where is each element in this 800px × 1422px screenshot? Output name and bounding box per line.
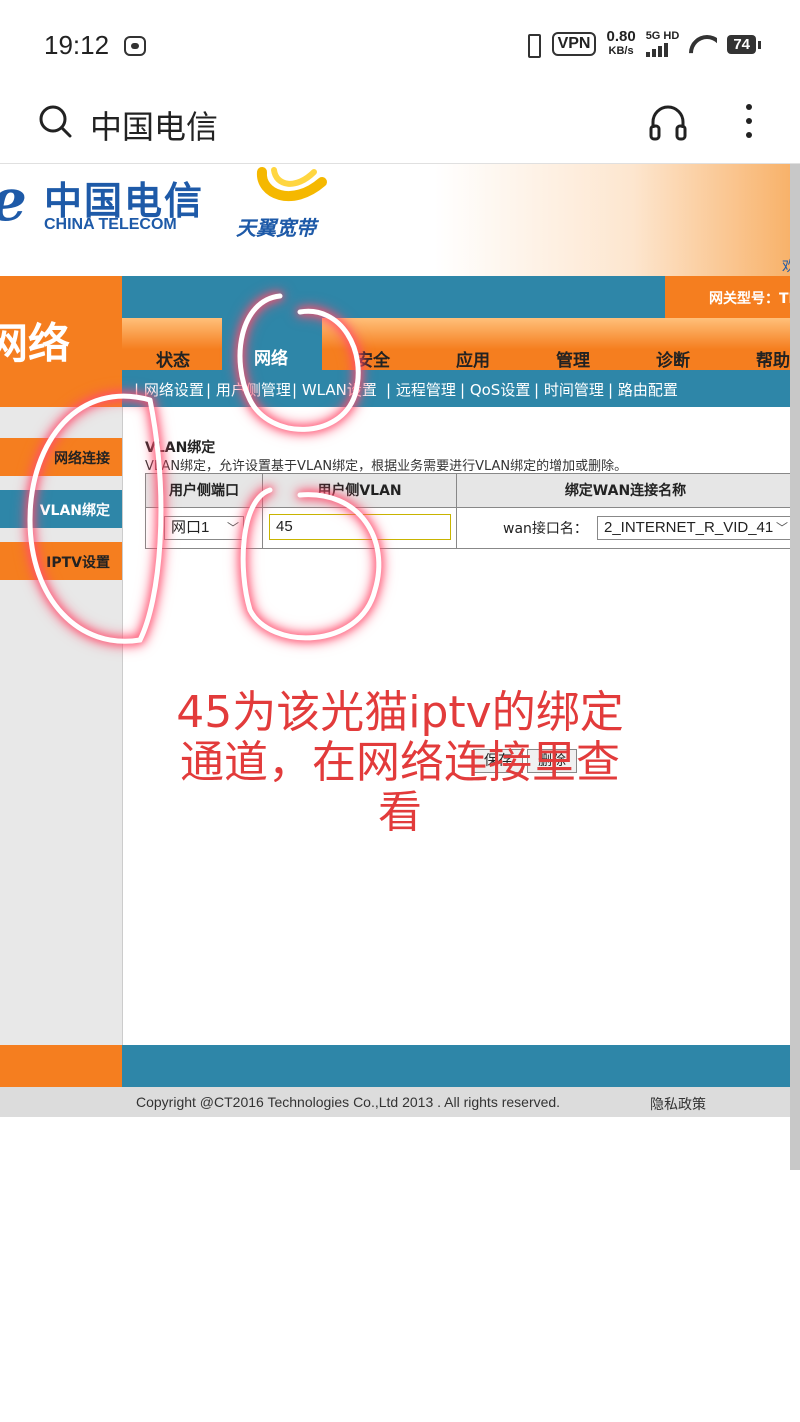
vlan-input[interactable]: 45 bbox=[269, 514, 451, 540]
column-header: 用户侧VLAN bbox=[263, 474, 457, 508]
status-icons: VPN 0.80 KB/s 5G HD 74 bbox=[522, 28, 761, 58]
sidebar-item-iptv[interactable]: IPTV设置 bbox=[0, 542, 122, 580]
welcome-text: 欢 bbox=[782, 259, 790, 275]
tab-security[interactable]: 安全 bbox=[356, 346, 390, 371]
tianyi-logo-icon bbox=[257, 167, 327, 202]
column-header: 绑定WAN连接名称 bbox=[457, 474, 790, 508]
wan-label: wan接口名： bbox=[503, 521, 588, 537]
section-banner-label: 网络 bbox=[0, 319, 71, 368]
network-speed: 0.80 KB/s bbox=[606, 28, 636, 58]
sidebar: 网络连接 VLAN绑定 IPTV设置 bbox=[0, 407, 122, 1045]
sub-nav: | 网络设置 | 用户侧管理 | WLAN设置 | 远程管理 | QoS设置 |… bbox=[122, 370, 790, 407]
browser-bar: 中国电信 bbox=[0, 90, 800, 164]
subnav-network-settings[interactable]: | 网络设置 bbox=[134, 379, 204, 400]
page-scrollbar[interactable] bbox=[790, 164, 800, 1170]
message-icon bbox=[124, 36, 146, 56]
gateway-model-label: 网关型号：TE bbox=[709, 291, 790, 307]
wifi-icon bbox=[689, 33, 717, 55]
subnav-user-side[interactable]: | 用户侧管理 bbox=[206, 379, 291, 400]
signal-icon: 5G HD bbox=[645, 30, 680, 57]
subnav-qos[interactable]: | QoS设置 bbox=[460, 379, 530, 400]
battery-icon: 74 bbox=[727, 34, 761, 54]
sidebar-item-label: VLAN绑定 bbox=[39, 503, 110, 519]
vpn-icon: VPN bbox=[551, 32, 597, 56]
tab-network[interactable]: 网络 bbox=[222, 318, 322, 370]
subnav-route[interactable]: | 路由配置 bbox=[608, 379, 678, 400]
status-bar: 19:12 VPN 0.80 KB/s 5G HD 74 bbox=[0, 0, 800, 90]
headphone-icon[interactable] bbox=[648, 102, 688, 142]
sidebar-item-network-connection[interactable]: 网络连接 bbox=[0, 438, 122, 476]
port-select[interactable]: 网口1 ﹀ bbox=[164, 516, 244, 540]
browser-title[interactable]: 中国电信 bbox=[90, 102, 218, 148]
router-header: e 中国电信 CHINA TELECOM 天翼宽带 欢 bbox=[0, 164, 790, 276]
table-cell: 45 bbox=[263, 508, 457, 548]
speed-unit: KB/s bbox=[608, 45, 634, 57]
footer-left-bar bbox=[0, 1045, 122, 1087]
column-header: 用户侧端口 bbox=[146, 474, 263, 508]
screen: 19:12 VPN 0.80 KB/s 5G HD 74 中国电信 中国电信 C… bbox=[0, 0, 800, 1422]
subnav-remote[interactable]: | 远程管理 bbox=[386, 379, 456, 400]
section-banner: 网络 bbox=[0, 276, 122, 407]
tab-status[interactable]: 状态 bbox=[156, 346, 190, 371]
tab-help[interactable]: 帮助 bbox=[756, 346, 790, 371]
wan-select[interactable]: 2_INTERNET_R_VID_41 ﹀ bbox=[597, 516, 790, 540]
footer-bar bbox=[122, 1045, 790, 1087]
chevron-down-icon: ﹀ bbox=[775, 521, 788, 535]
table-cell: wan接口名： 2_INTERNET_R_VID_41 ﹀ bbox=[457, 508, 790, 548]
copyright-text: Copyright @CT2016 Technologies Co.,Ltd 2… bbox=[136, 1094, 561, 1110]
subnav-wlan[interactable]: | WLAN设置 bbox=[292, 379, 377, 400]
chevron-down-icon: ﹀ bbox=[226, 521, 239, 535]
sidebar-item-label: 网络连接 bbox=[54, 451, 110, 467]
sidebar-item-vlan-binding[interactable]: VLAN绑定 bbox=[0, 490, 122, 528]
brand-en: CHINA TELECOM bbox=[44, 216, 177, 233]
sidebar-item-label: IPTV设置 bbox=[46, 555, 110, 571]
privacy-link[interactable]: 隐私政策 bbox=[650, 1094, 706, 1114]
router-page: e 中国电信 CHINA TELECOM 天翼宽带 欢 网络 网关型号：TE 状… bbox=[0, 164, 790, 1117]
tab-apps[interactable]: 应用 bbox=[456, 346, 490, 371]
vibrate-icon bbox=[522, 32, 542, 58]
gateway-model: 网关型号：TE bbox=[665, 276, 790, 318]
subnav-time[interactable]: | 时间管理 bbox=[534, 379, 604, 400]
section-title: VLAN绑定 bbox=[145, 440, 216, 456]
telecom-logo-icon: e bbox=[0, 166, 27, 234]
section-description: VLAN绑定，允许设置基于VLAN绑定，根据业务需要进行VLAN绑定的增加或删除… bbox=[145, 459, 628, 474]
search-icon[interactable] bbox=[38, 104, 72, 138]
table-cell: 网口1 ﹀ bbox=[146, 508, 263, 548]
annotation-text: 45为该光猫iptv的绑定通道，在网络连接里查看 bbox=[176, 687, 624, 838]
status-time: 19:12 bbox=[44, 30, 110, 60]
footer-copyright: Copyright @CT2016 Technologies Co.,Ltd 2… bbox=[0, 1087, 790, 1117]
speed-value: 0.80 bbox=[606, 28, 636, 45]
tab-manage[interactable]: 管理 bbox=[556, 346, 590, 371]
more-menu-icon[interactable] bbox=[744, 102, 754, 142]
vlan-table: 用户侧端口 用户侧VLAN 绑定WAN连接名称 网口1 ﹀ 45 wan接口名：… bbox=[145, 473, 790, 549]
network-type: 5G HD bbox=[645, 30, 680, 42]
tianyi-brand: 天翼宽带 bbox=[236, 216, 316, 240]
tab-network-label: 网络 bbox=[254, 349, 288, 369]
tab-diagnose[interactable]: 诊断 bbox=[656, 346, 690, 371]
